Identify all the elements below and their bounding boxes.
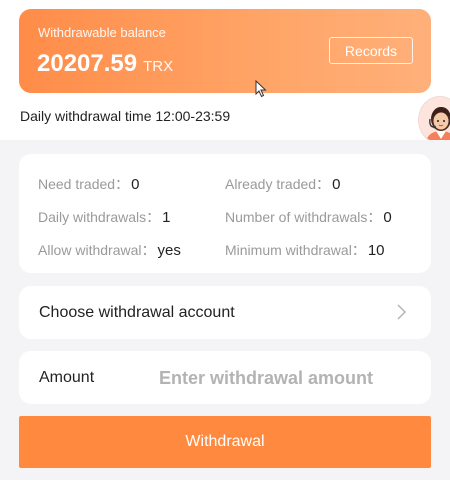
minimum-withdrawal-item: Minimum withdrawal： 10 <box>225 240 385 260</box>
agent-avatar-icon <box>419 97 450 143</box>
allow-withdrawal-label: Allow withdrawal： <box>38 242 156 258</box>
records-button[interactable]: Records <box>329 37 413 64</box>
withdrawal-page: Withdrawable balance 20207.59 TRX Records… <box>0 0 450 480</box>
amount-input[interactable] <box>159 363 414 393</box>
number-of-withdrawals-item: Number of withdrawals： 0 <box>225 207 392 227</box>
already-traded-label: Already traded： <box>225 176 331 192</box>
choose-account-label: Choose withdrawal account <box>39 304 235 321</box>
choose-account-row[interactable]: Choose withdrawal account <box>19 286 431 339</box>
daily-withdrawals-label: Daily withdrawals： <box>38 209 161 225</box>
number-of-withdrawals-label: Number of withdrawals： <box>225 209 382 225</box>
amount-label: Amount <box>39 369 95 386</box>
minimum-withdrawal-label: Minimum withdrawal： <box>225 242 366 258</box>
withdrawal-time-text: Daily withdrawal time 12:00-23:59 <box>20 108 231 124</box>
mouse-cursor-icon <box>255 80 267 98</box>
daily-withdrawals-value: 1 <box>162 209 171 226</box>
need-traded-value: 0 <box>131 176 140 193</box>
balance-label: Withdrawable balance <box>38 25 166 40</box>
need-traded-item: Need traded： 0 <box>38 174 139 194</box>
balance-card: Withdrawable balance 20207.59 TRX Records <box>19 9 431 93</box>
allow-withdrawal-value: yes <box>157 242 181 259</box>
withdrawal-button[interactable]: Withdrawal <box>19 416 431 468</box>
chevron-right-icon <box>397 304 407 320</box>
already-traded-value: 0 <box>332 176 341 193</box>
already-traded-item: Already traded： 0 <box>225 174 340 194</box>
balance-currency: TRX <box>143 58 174 75</box>
withdrawal-info-card: Need traded： 0 Already traded： 0 Daily wit… <box>19 154 431 273</box>
allow-withdrawal-item: Allow withdrawal： yes <box>38 240 181 260</box>
balance-amount-value: 20207.59 <box>37 50 138 77</box>
minimum-withdrawal-value: 10 <box>367 242 385 259</box>
daily-withdrawals-item: Daily withdrawals： 1 <box>38 207 171 227</box>
number-of-withdrawals-value: 0 <box>383 209 392 226</box>
need-traded-label: Need traded： <box>38 176 130 192</box>
amount-row: Amount <box>19 351 431 404</box>
balance-amount: 20207.59 TRX <box>37 50 173 78</box>
